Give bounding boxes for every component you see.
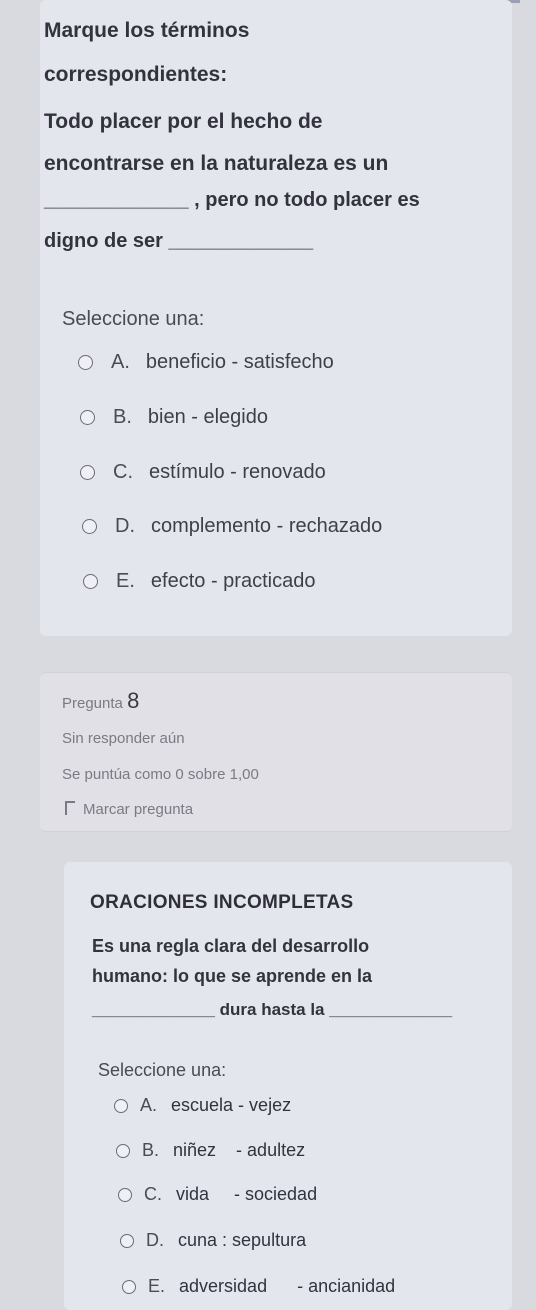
- answer-option-a[interactable]: A. beneficio - satisfecho: [78, 351, 334, 374]
- option-text: niñez - adultez: [173, 1140, 306, 1160]
- option-text: escuela - vejez: [171, 1095, 292, 1115]
- radio-button[interactable]: [116, 1143, 130, 1158]
- option-letter: A.: [140, 1095, 158, 1115]
- option-letter: E.: [116, 570, 135, 592]
- radio-button[interactable]: [82, 519, 97, 534]
- option-text: vida - sociedad: [176, 1184, 318, 1204]
- question-text-line: _____________ , pero no todo placer es: [44, 189, 420, 211]
- question-text-line: correspondientes:: [44, 63, 228, 86]
- question-text-line: _____________ dura hasta la ____________…: [92, 1000, 453, 1019]
- option-letter: B.: [113, 406, 132, 428]
- option-text: estímulo - renovado: [149, 461, 326, 483]
- question-text-line: humano: lo que se aprende en la: [92, 966, 373, 986]
- flag-question-label: Marcar pregunta: [83, 801, 194, 818]
- option-letter: B.: [142, 1140, 160, 1160]
- option-letter: A.: [111, 351, 130, 373]
- answer-option-e[interactable]: E. efecto - practicado: [83, 570, 315, 593]
- option-text: bien - elegido: [147, 406, 268, 428]
- answer-option-e[interactable]: E. adversidad - ancianidad: [122, 1276, 395, 1297]
- question-title: ORACIONES INCOMPLETAS: [90, 892, 354, 913]
- flag-question-link[interactable]: Marcar pregunta: [65, 801, 193, 818]
- answer-status: Sin responder aún: [62, 730, 185, 747]
- radio-button[interactable]: [83, 574, 98, 589]
- question-text-line: Es una regla clara del desarrollo: [92, 936, 370, 956]
- radio-button[interactable]: [114, 1098, 128, 1113]
- select-one-prompt: Seleccione una:: [98, 1060, 227, 1080]
- question-text-line: Todo placer por el hecho de: [44, 110, 323, 133]
- answer-option-d[interactable]: D. cuna : sepultura: [120, 1230, 306, 1251]
- option-letter: C.: [144, 1184, 162, 1204]
- question-number-value: 8: [127, 688, 140, 713]
- radio-button[interactable]: [78, 355, 93, 370]
- option-letter: E.: [148, 1276, 166, 1296]
- answer-option-c[interactable]: C. vida - sociedad: [118, 1184, 317, 1205]
- question-text-line: encontrarse en la naturaleza es un: [44, 152, 389, 175]
- option-text: adversidad - ancianidad: [179, 1276, 396, 1296]
- radio-button[interactable]: [118, 1187, 132, 1202]
- option-text: complemento - rechazado: [151, 515, 383, 537]
- option-text: efecto - practicado: [150, 570, 316, 592]
- question-score: Se puntúa como 0 sobre 1,00: [62, 766, 259, 783]
- answer-option-b[interactable]: B. bien - elegido: [80, 406, 268, 429]
- answer-option-d[interactable]: D. complemento - rechazado: [82, 515, 382, 538]
- option-letter: C.: [113, 461, 133, 483]
- question-text-line: digno de ser _____________: [44, 230, 314, 252]
- radio-button[interactable]: [122, 1279, 136, 1294]
- option-letter: D.: [146, 1230, 164, 1250]
- answer-option-b[interactable]: B. niñez - adultez: [116, 1140, 305, 1161]
- select-one-prompt: Seleccione una:: [62, 308, 205, 330]
- option-letter: D.: [115, 515, 135, 537]
- answer-option-c[interactable]: C. estímulo - renovado: [80, 461, 326, 484]
- radio-button[interactable]: [120, 1233, 134, 1248]
- option-text: beneficio - satisfecho: [145, 351, 334, 373]
- radio-button[interactable]: [80, 465, 95, 480]
- question-text-line: Marque los términos: [44, 19, 250, 42]
- radio-button[interactable]: [80, 410, 95, 425]
- question-label: Pregunta: [62, 695, 123, 712]
- question-number: Pregunta 8: [62, 688, 139, 714]
- option-text: cuna : sepultura: [178, 1230, 307, 1250]
- answer-option-a[interactable]: A. escuela - vejez: [114, 1095, 291, 1116]
- flag-icon: [65, 801, 75, 815]
